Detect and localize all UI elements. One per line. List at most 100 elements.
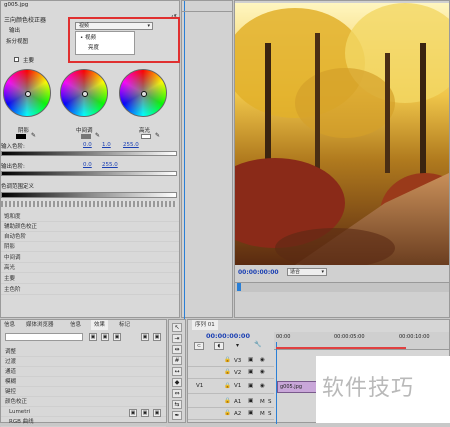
highlights-swatch[interactable] <box>141 134 151 139</box>
midtones-color-wheel[interactable] <box>60 69 108 117</box>
eye-icon[interactable]: ◉ <box>260 383 265 389</box>
accelerated-filter-icon[interactable]: ▣ <box>89 333 97 341</box>
shadows-color-wheel[interactable] <box>3 69 51 117</box>
eyedropper-icon[interactable]: ✎ <box>31 132 36 139</box>
tonal-range-gradient[interactable] <box>1 192 177 198</box>
shadows-swatch[interactable] <box>16 134 26 139</box>
effect-title[interactable]: 三向颜色校正器 <box>4 15 46 24</box>
input-black-value[interactable]: 0.0 <box>83 142 92 148</box>
list-item[interactable]: 模糊 <box>1 378 166 387</box>
lock-icon[interactable]: 🔒 <box>224 410 231 416</box>
pen-tool-icon[interactable]: ✒ <box>172 411 182 420</box>
toggle-output-icon[interactable]: ▣ <box>248 383 253 389</box>
list-item[interactable]: 通道 <box>1 368 166 377</box>
32bit-filter-icon[interactable]: ▣ <box>101 333 109 341</box>
lock-icon[interactable]: 🔒 <box>224 398 231 404</box>
midtones-label: 中间调 <box>76 128 93 134</box>
mute-icon[interactable]: M <box>260 411 265 417</box>
linked-selection-icon[interactable]: ◖ <box>214 342 224 350</box>
tab-info-2[interactable]: 信息 <box>67 320 84 330</box>
header-strip <box>182 11 232 12</box>
slip-tool-icon[interactable]: ⇔ <box>172 389 182 398</box>
side-column <box>181 0 233 319</box>
highlights-label: 高光 <box>139 128 151 134</box>
search-input[interactable] <box>5 333 83 341</box>
output-black-value[interactable]: 0.0 <box>83 162 92 168</box>
list-item[interactable]: 颜色校正 <box>1 398 166 407</box>
list-item[interactable]: 饱和度 <box>1 213 179 222</box>
mute-icon[interactable]: M <box>260 399 265 405</box>
list-item[interactable]: 主色阶 <box>1 286 179 295</box>
yuv-filter-icon[interactable]: ▣ <box>113 333 121 341</box>
toggle-output-icon[interactable]: ▣ <box>248 410 253 416</box>
rate-stretch-tool-icon[interactable]: ↔ <box>172 367 182 376</box>
split-view-label: 拆分视图 <box>6 39 29 45</box>
tab-info[interactable]: 信息 <box>1 320 18 330</box>
snap-icon[interactable]: ⊂ <box>194 342 204 350</box>
dropdown-option-luma[interactable]: 亮度 <box>76 44 134 53</box>
dropdown-option-video[interactable]: • 视频 <box>76 34 134 43</box>
list-item[interactable]: 中间调 <box>1 254 179 263</box>
eyedropper-icon[interactable]: ✎ <box>155 132 160 139</box>
list-item[interactable]: 高光 <box>1 264 179 273</box>
track-select-tool-icon[interactable]: ⇥ <box>172 334 182 343</box>
input-levels-gradient[interactable] <box>1 151 177 156</box>
fit-select[interactable]: 适合 ▾ <box>287 268 327 276</box>
toggle-output-icon[interactable]: ▣ <box>248 398 253 404</box>
toggle-output-icon[interactable]: ▣ <box>248 369 253 375</box>
list-item[interactable]: 调整 <box>1 348 166 357</box>
output-select[interactable]: 视频 ▾ <box>75 22 153 30</box>
output-dropdown-menu: • 视频 亮度 <box>75 31 135 55</box>
track-v3[interactable]: 🔒 V3 ▣ ◉ <box>188 356 274 367</box>
list-item[interactable]: 主要 <box>1 275 179 284</box>
slide-tool-icon[interactable]: ⇆ <box>172 400 182 409</box>
lock-icon[interactable]: 🔒 <box>224 369 231 375</box>
fit-select-value: 适合 <box>290 269 301 275</box>
highlights-color-wheel[interactable] <box>119 69 167 117</box>
list-item[interactable]: 键控 <box>1 388 166 397</box>
track-a1[interactable]: 🔒 A1 ▣ M S <box>188 397 274 408</box>
program-timecode[interactable]: 00:00:00:00 <box>238 269 279 276</box>
output-levels-gradient[interactable] <box>1 171 177 176</box>
wrench-icon[interactable]: 🔧 <box>254 341 261 348</box>
input-white-value[interactable]: 255.0 <box>123 142 139 148</box>
video-clip[interactable]: g005.jpg <box>277 381 317 393</box>
shadows-label: 阴影 <box>18 128 30 134</box>
midtones-swatch[interactable] <box>81 134 91 139</box>
playhead-marker[interactable] <box>237 283 241 291</box>
eye-icon[interactable]: ◉ <box>260 357 265 363</box>
track-v2[interactable]: 🔒 V2 ▣ ◉ <box>188 368 274 379</box>
solo-icon[interactable]: S <box>268 411 272 417</box>
list-item[interactable]: 阴影 <box>1 243 179 252</box>
tab-media-browser[interactable]: 媒体浏览器 <box>23 320 57 330</box>
list-item[interactable]: 自动色阶 <box>1 233 179 242</box>
master-checkbox[interactable] <box>14 57 19 62</box>
lock-icon[interactable]: 🔒 <box>224 383 231 389</box>
razor-tool-icon[interactable]: ◆ <box>172 378 182 387</box>
rolling-edit-tool-icon[interactable]: # <box>172 356 182 365</box>
list-item[interactable]: 辅助颜色校正 <box>1 223 179 232</box>
watermark-text: 软件技巧 <box>322 376 415 401</box>
delete-icon[interactable]: ▣ <box>153 333 161 341</box>
output-white-value[interactable]: 255.0 <box>102 162 118 168</box>
tab-markers[interactable]: 标记 <box>116 320 133 330</box>
list-item[interactable]: 过渡 <box>1 358 166 367</box>
ripple-edit-tool-icon[interactable]: ⇹ <box>172 345 182 354</box>
input-gray-value[interactable]: 1.0 <box>102 142 111 148</box>
eye-icon[interactable]: ◉ <box>260 369 265 375</box>
toggle-output-icon[interactable]: ▣ <box>248 357 253 363</box>
work-area-bar[interactable] <box>276 347 406 349</box>
solo-icon[interactable]: S <box>268 399 272 405</box>
add-marker-icon[interactable]: ▾ <box>236 342 239 349</box>
selection-tool-icon[interactable]: ↖ <box>172 323 182 332</box>
track-v1[interactable]: V1 🔒 V1 ▣ ◉ <box>188 380 274 394</box>
eyedropper-icon[interactable]: ✎ <box>95 132 100 139</box>
tab-sequence[interactable]: 序列 01 <box>192 320 218 330</box>
timeline-timecode[interactable]: 00:00:00:00 <box>206 332 250 340</box>
source-patch-label[interactable]: V1 <box>196 383 203 389</box>
monitor-scrub-bar[interactable] <box>235 282 449 292</box>
tab-effects[interactable]: 效果 <box>91 320 109 330</box>
track-a2[interactable]: 🔒 A2 ▣ M S <box>188 409 274 420</box>
new-bin-icon[interactable]: ▣ <box>141 333 149 341</box>
lock-icon[interactable]: 🔒 <box>224 357 231 363</box>
